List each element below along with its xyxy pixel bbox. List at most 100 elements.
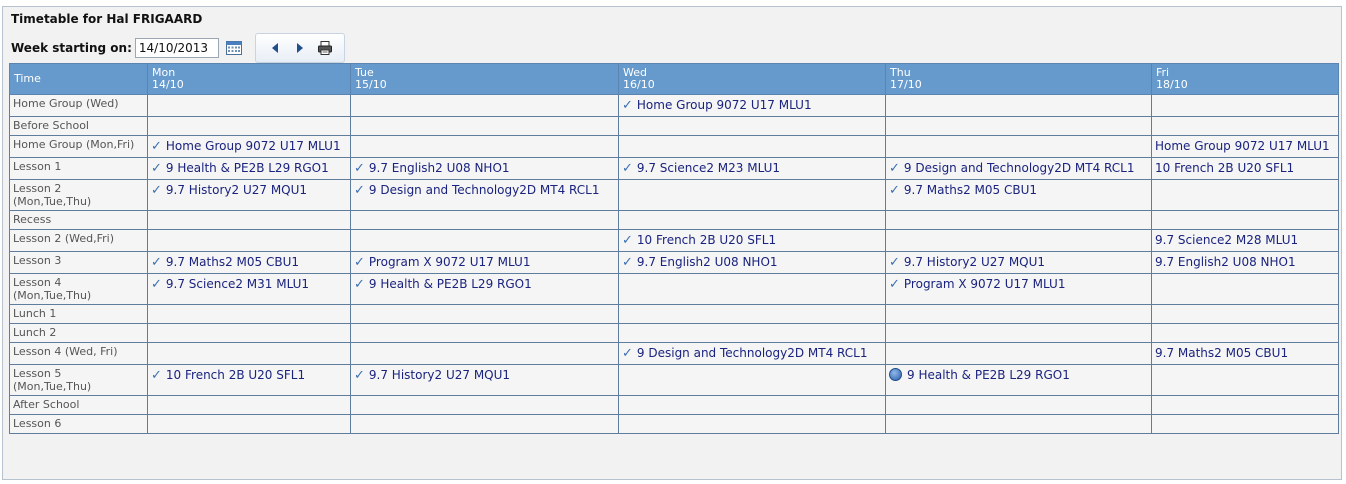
timetable-cell-thu[interactable]: ✓ Program X 9072 U17 MLU1 bbox=[885, 273, 1152, 305]
class-entry[interactable]: Program X 9072 U17 MLU1 bbox=[904, 277, 1066, 291]
timetable-cell-mon[interactable]: ✓ Home Group 9072 U17 MLU1 bbox=[147, 135, 351, 158]
period-label-cell: Lesson 4 (Mon,Tue,Thu) bbox=[9, 273, 148, 305]
period-days: (Mon,Tue,Thu) bbox=[13, 289, 92, 302]
timetable-cell-fri[interactable]: 9.7 English2 U08 NHO1 bbox=[1151, 251, 1339, 274]
class-entry[interactable]: 9.7 Maths2 M05 CBU1 bbox=[1155, 346, 1288, 360]
timetable-cell-wed[interactable]: ✓ 10 French 2B U20 SFL1 bbox=[618, 229, 886, 252]
printer-icon[interactable] bbox=[316, 39, 334, 57]
timetable-cell-tue[interactable]: ✓ 9 Design and Technology2D MT4 RCL1 bbox=[350, 179, 619, 211]
check-icon: ✓ bbox=[151, 368, 162, 383]
period-label: Lesson 1 bbox=[13, 160, 62, 173]
class-entry[interactable]: Home Group 9072 U17 MLU1 bbox=[1155, 139, 1330, 153]
period-label: Lesson 4 bbox=[13, 276, 62, 289]
timetable-cell-mon[interactable]: ✓ 10 French 2B U20 SFL1 bbox=[147, 364, 351, 396]
table-row: Lunch 1 bbox=[9, 304, 1339, 324]
check-icon: ✓ bbox=[354, 368, 365, 383]
class-entry[interactable]: 9.7 History2 U27 MQU1 bbox=[369, 368, 510, 382]
class-entry[interactable]: 10 French 2B U20 SFL1 bbox=[637, 233, 776, 247]
table-row: Lesson 3 ✓ 9.7 Maths2 M05 CBU1 ✓ Program X 9… bbox=[9, 251, 1339, 274]
timetable-cell-thu[interactable]: ✓ 9.7 History2 U27 MQU1 bbox=[885, 251, 1152, 274]
day-name: Wed bbox=[623, 66, 647, 79]
timetable-cell-thu[interactable]: 9 Health & PE2B L29 RGO1 bbox=[885, 364, 1152, 396]
class-entry[interactable]: 9.7 English2 U08 NHO1 bbox=[1155, 255, 1296, 269]
period-label: Lesson 2 (Wed,Fri) bbox=[13, 232, 115, 245]
table-row: Lesson 4 (Wed, Fri) ✓ 9 Design and Technol… bbox=[9, 342, 1339, 365]
class-entry[interactable]: 9.7 History2 U27 MQU1 bbox=[904, 255, 1045, 269]
period-label-cell: Lesson 5 (Mon,Tue,Thu) bbox=[9, 364, 148, 396]
class-entry[interactable]: 9.7 History2 U27 MQU1 bbox=[166, 183, 307, 197]
period-label-cell: Lunch 1 bbox=[9, 304, 148, 324]
class-entry[interactable]: 9.7 English2 U08 NHO1 bbox=[369, 161, 510, 175]
week-date-input[interactable] bbox=[134, 38, 219, 58]
timetable-cell-wed[interactable]: ✓ 9.7 Science2 M23 MLU1 bbox=[618, 157, 886, 180]
check-icon: ✓ bbox=[354, 161, 365, 176]
period-label: Lunch 1 bbox=[13, 307, 57, 320]
timetable-cell-fri[interactable]: 9.7 Maths2 M05 CBU1 bbox=[1151, 342, 1339, 365]
day-header-thu: Thu 17/10 bbox=[885, 63, 1152, 95]
period-days: (Mon,Tue,Thu) bbox=[13, 380, 92, 393]
class-entry[interactable]: 9.7 Science2 M31 MLU1 bbox=[166, 277, 309, 291]
day-header-wed: Wed 16/10 bbox=[618, 63, 886, 95]
class-entry[interactable]: 9.7 Maths2 M05 CBU1 bbox=[904, 183, 1037, 197]
class-entry[interactable]: 9 Health & PE2B L29 RGO1 bbox=[166, 161, 329, 175]
class-entry[interactable]: 10 French 2B U20 SFL1 bbox=[1155, 161, 1294, 175]
class-entry[interactable]: 9 Health & PE2B L29 RGO1 bbox=[369, 277, 532, 291]
check-icon: ✓ bbox=[151, 277, 162, 292]
check-icon: ✓ bbox=[622, 233, 633, 248]
check-icon: ✓ bbox=[889, 161, 900, 176]
week-selector: Week starting on: bbox=[11, 33, 345, 63]
timetable-cell-fri bbox=[1151, 179, 1339, 211]
timetable-cell-fri[interactable]: 10 French 2B U20 SFL1 bbox=[1151, 157, 1339, 180]
timetable-cell-tue bbox=[350, 116, 619, 136]
class-entry[interactable]: 10 French 2B U20 SFL1 bbox=[166, 368, 305, 382]
timetable-cell-mon bbox=[147, 229, 351, 252]
timetable-cell-thu[interactable]: ✓ 9 Design and Technology2D MT4 RCL1 bbox=[885, 157, 1152, 180]
timetable-cell-fri bbox=[1151, 94, 1339, 117]
timetable-cell-wed[interactable]: ✓ 9 Design and Technology2D MT4 RCL1 bbox=[618, 342, 886, 365]
timetable-cell-tue[interactable]: ✓ 9 Health & PE2B L29 RGO1 bbox=[350, 273, 619, 305]
check-icon: ✓ bbox=[354, 183, 365, 198]
timetable-cell-thu bbox=[885, 116, 1152, 136]
timetable-cell-tue bbox=[350, 304, 619, 324]
timetable-cell-tue[interactable]: ✓ Program X 9072 U17 MLU1 bbox=[350, 251, 619, 274]
period-label-cell: Before School bbox=[9, 116, 148, 136]
timetable-cell-mon bbox=[147, 395, 351, 415]
class-entry[interactable]: 9 Design and Technology2D MT4 RCL1 bbox=[369, 183, 600, 197]
class-entry[interactable]: 9 Health & PE2B L29 RGO1 bbox=[907, 368, 1070, 382]
timetable-cell-wed[interactable]: ✓ Home Group 9072 U17 MLU1 bbox=[618, 94, 886, 117]
timetable-cell-mon[interactable]: ✓ 9 Health & PE2B L29 RGO1 bbox=[147, 157, 351, 180]
class-entry[interactable]: 9 Design and Technology2D MT4 RCL1 bbox=[904, 161, 1135, 175]
period-label: Lesson 3 bbox=[13, 254, 62, 267]
arrow-right-icon[interactable] bbox=[291, 39, 309, 57]
timetable-cell-tue[interactable]: ✓ 9.7 History2 U27 MQU1 bbox=[350, 364, 619, 396]
period-label-cell: Lesson 4 (Wed, Fri) bbox=[9, 342, 148, 365]
class-entry[interactable]: Program X 9072 U17 MLU1 bbox=[369, 255, 531, 269]
calendar-icon[interactable] bbox=[225, 39, 243, 57]
timetable-cell-tue[interactable]: ✓ 9.7 English2 U08 NHO1 bbox=[350, 157, 619, 180]
timetable-cell-fri[interactable]: Home Group 9072 U17 MLU1 bbox=[1151, 135, 1339, 158]
class-entry[interactable]: 9.7 Science2 M23 MLU1 bbox=[637, 161, 780, 175]
arrow-left-icon[interactable] bbox=[266, 39, 284, 57]
class-entry[interactable]: Home Group 9072 U17 MLU1 bbox=[637, 98, 812, 112]
check-icon: ✓ bbox=[151, 183, 162, 198]
timetable-cell-mon[interactable]: ✓ 9.7 Maths2 M05 CBU1 bbox=[147, 251, 351, 274]
timetable-cell-tue bbox=[350, 229, 619, 252]
period-label: Lesson 4 (Wed, Fri) bbox=[13, 345, 118, 358]
class-entry[interactable]: 9 Design and Technology2D MT4 RCL1 bbox=[637, 346, 868, 360]
class-entry[interactable]: 9.7 Maths2 M05 CBU1 bbox=[166, 255, 299, 269]
timetable-cell-wed bbox=[618, 273, 886, 305]
check-icon: ✓ bbox=[151, 255, 162, 270]
timetable-cell-thu[interactable]: ✓ 9.7 Maths2 M05 CBU1 bbox=[885, 179, 1152, 211]
timetable-cell-mon[interactable]: ✓ 9.7 History2 U27 MQU1 bbox=[147, 179, 351, 211]
period-label: Home Group (Mon,Fri) bbox=[13, 138, 135, 151]
day-header-tue: Tue 15/10 bbox=[350, 63, 619, 95]
timetable-cell-fri[interactable]: 9.7 Science2 M28 MLU1 bbox=[1151, 229, 1339, 252]
class-entry[interactable]: Home Group 9072 U17 MLU1 bbox=[166, 139, 341, 153]
class-entry[interactable]: 9.7 English2 U08 NHO1 bbox=[637, 255, 778, 269]
class-entry[interactable]: 9.7 Science2 M28 MLU1 bbox=[1155, 233, 1298, 247]
timetable-cell-mon[interactable]: ✓ 9.7 Science2 M31 MLU1 bbox=[147, 273, 351, 305]
day-name: Thu bbox=[890, 66, 911, 79]
timetable-cell-fri bbox=[1151, 273, 1339, 305]
timetable-cell-wed[interactable]: ✓ 9.7 English2 U08 NHO1 bbox=[618, 251, 886, 274]
table-row: Home Group (Mon,Fri) ✓ Home Group 9072 U17… bbox=[9, 135, 1339, 158]
